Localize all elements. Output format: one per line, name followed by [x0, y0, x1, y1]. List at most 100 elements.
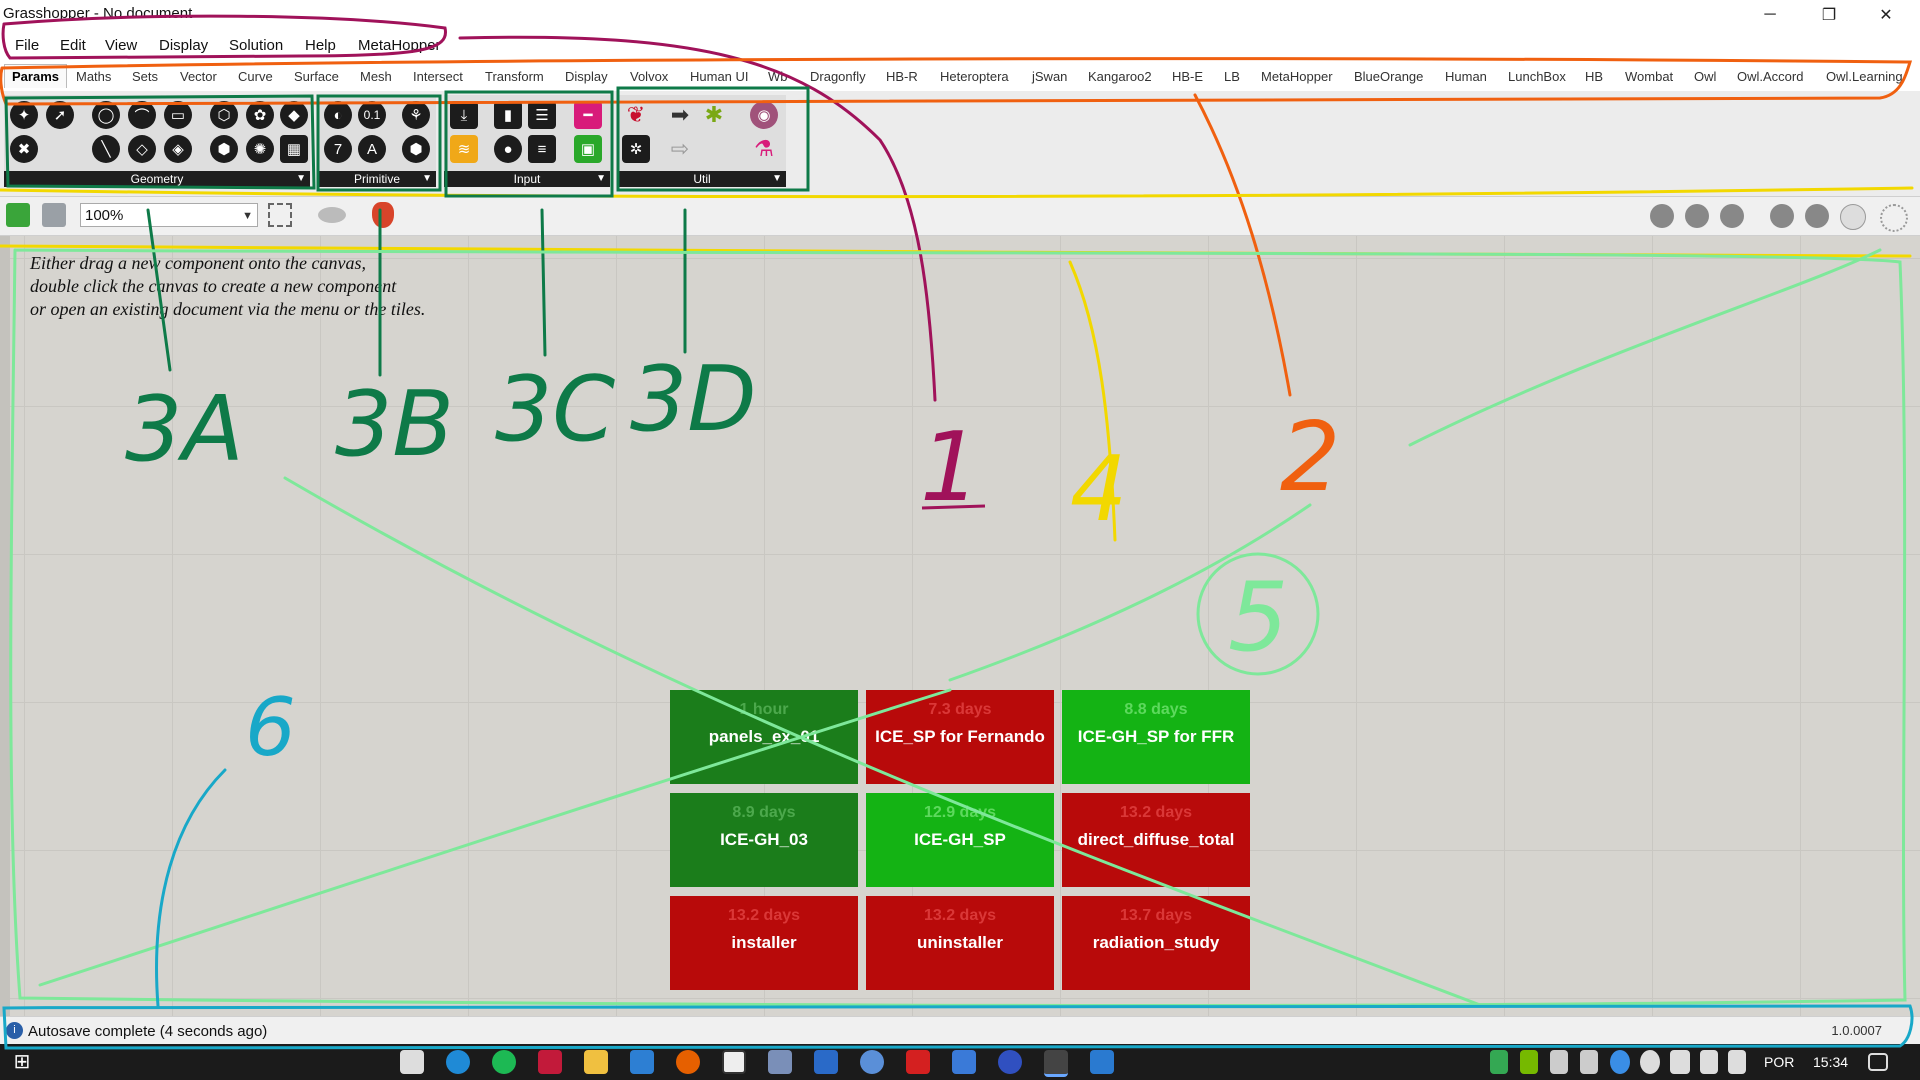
cloud-icon[interactable] [1640, 1050, 1660, 1074]
tab-jswan[interactable]: jSwan [1032, 69, 1067, 84]
panel-input-label[interactable]: Input ▼ [444, 171, 610, 187]
tab-params[interactable]: Params [4, 64, 67, 88]
tab-metahopper[interactable]: MetaHopper [1261, 69, 1333, 84]
minimize-button[interactable]: ─ [1742, 0, 1798, 29]
panel-expand-icon[interactable]: ▼ [772, 171, 782, 187]
arc-param-icon[interactable]: ◈ [164, 135, 192, 163]
file-path-icon[interactable]: ⤓ [450, 101, 478, 129]
tab-owl-learning[interactable]: Owl.Learning [1826, 69, 1903, 84]
tab-display[interactable]: Display [565, 69, 608, 84]
box-param-icon[interactable]: ⬡ [210, 101, 238, 129]
tab-volvox[interactable]: Volvox [630, 69, 668, 84]
tab-owl[interactable]: Owl [1694, 69, 1716, 84]
geometry-param-icon[interactable]: ▦ [280, 135, 308, 163]
tab-surface[interactable]: Surface [294, 69, 339, 84]
tab-human-ui[interactable]: Human UI [690, 69, 749, 84]
menu-help[interactable]: Help [305, 37, 336, 54]
recent-file-tile[interactable]: 12.9 days ICE-GH_SP [866, 793, 1054, 887]
close-button[interactable]: ✕ [1858, 0, 1914, 29]
relay-arrow-icon[interactable]: ➡ [666, 101, 694, 129]
brep-param-icon[interactable]: ✿ [246, 101, 274, 129]
teams-icon[interactable] [952, 1050, 976, 1074]
mesh-quality-mid-icon[interactable] [1805, 204, 1829, 228]
point-param-icon[interactable]: ✦ [10, 101, 38, 129]
windows-start-icon[interactable]: ⊞ [10, 1050, 34, 1074]
menu-solution[interactable]: Solution [229, 37, 283, 54]
data-output-arrow-icon[interactable]: ⇨ [666, 135, 694, 163]
tab-curve[interactable]: Curve [238, 69, 273, 84]
curve-param-icon[interactable]: ⌒ [128, 101, 156, 129]
tab-vector[interactable]: Vector [180, 69, 217, 84]
panel-expand-icon[interactable]: ▼ [422, 171, 432, 187]
grasshopper-app-icon[interactable] [1044, 1050, 1068, 1077]
recent-file-tile[interactable]: 8.9 days ICE-GH_03 [670, 793, 858, 887]
menu-display[interactable]: Display [159, 37, 208, 54]
tab-lunchbox[interactable]: LunchBox [1508, 69, 1566, 84]
tab-sets[interactable]: Sets [132, 69, 158, 84]
number-param-icon[interactable]: 0.1 [358, 101, 386, 129]
settings-app-icon[interactable] [768, 1050, 792, 1074]
field-param-icon[interactable]: ✺ [246, 135, 274, 163]
restore-button[interactable]: ❐ [1801, 0, 1857, 29]
slider-icon[interactable]: ━ [574, 101, 602, 129]
zoom-select[interactable]: 100% ▼ [80, 203, 258, 227]
path-param-icon[interactable]: ⚘ [402, 101, 430, 129]
volume-icon[interactable] [1728, 1050, 1746, 1074]
save-file-icon[interactable] [42, 203, 66, 227]
hops-icon[interactable]: ✱ [700, 101, 728, 129]
pycharm-icon[interactable] [722, 1050, 746, 1074]
vector-param-icon[interactable]: ➚ [46, 101, 74, 129]
acrobat-icon[interactable] [906, 1050, 930, 1074]
language-indicator[interactable]: POR [1764, 1054, 1794, 1070]
rectangle-param-icon[interactable]: ▭ [164, 101, 192, 129]
mesh-quality-low-icon[interactable] [1770, 204, 1794, 228]
menu-view[interactable]: View [105, 37, 137, 54]
google-drive-icon[interactable] [1490, 1050, 1508, 1074]
pen-sketch-icon[interactable] [372, 202, 394, 228]
preview-wireframe-icon[interactable] [1650, 204, 1674, 228]
recent-file-tile[interactable]: 13.2 days uninstaller [866, 896, 1054, 990]
clock[interactable]: 15:34 [1813, 1054, 1848, 1070]
preview-shaded-icon[interactable] [1685, 204, 1709, 228]
close-param-icon[interactable]: ✖ [10, 135, 38, 163]
edge-icon[interactable] [446, 1050, 470, 1074]
tab-wb[interactable]: Wb [768, 69, 788, 84]
cluster-icon[interactable]: ✲ [622, 135, 650, 163]
tab-kangaroo2[interactable]: Kangaroo2 [1088, 69, 1152, 84]
grasshopper-canvas[interactable]: Either drag a new component onto the can… [0, 236, 1920, 1016]
mendeley-icon[interactable] [538, 1050, 562, 1074]
surface-param-icon[interactable]: ◆ [280, 101, 308, 129]
button-icon[interactable]: ☰ [528, 101, 556, 129]
mesh-param-icon[interactable]: ⬢ [210, 135, 238, 163]
tab-lb[interactable]: LB [1224, 69, 1240, 84]
panel-geometry-label[interactable]: Geometry ▼ [4, 171, 310, 187]
text-param-icon[interactable]: A [358, 135, 386, 163]
store-icon[interactable] [400, 1050, 424, 1074]
panel-primitive-label[interactable]: Primitive ▼ [318, 171, 436, 187]
tab-dragonfly[interactable]: Dragonfly [810, 69, 866, 84]
boolean-param-icon[interactable]: ◐ [324, 101, 352, 129]
tab-intersect[interactable]: Intersect [413, 69, 463, 84]
cherry-icon[interactable]: ❦ [622, 101, 650, 129]
menu-edit[interactable]: Edit [60, 37, 86, 54]
rhino-icon[interactable] [1090, 1050, 1114, 1074]
onedrive-icon[interactable] [1610, 1050, 1630, 1074]
toggle-icon[interactable]: ▮ [494, 101, 522, 129]
tab-owl-accord[interactable]: Owl.Accord [1737, 69, 1803, 84]
line-param-icon[interactable]: ╲ [92, 135, 120, 163]
recent-file-tile[interactable]: 13.2 days direct_diffuse_total [1062, 793, 1250, 887]
preview-eye-icon[interactable] [318, 207, 346, 223]
open-file-icon[interactable] [6, 203, 30, 227]
control-knob-icon[interactable]: ● [494, 135, 522, 163]
colour-swatch-icon[interactable]: ▣ [574, 135, 602, 163]
zoom-extents-icon[interactable] [268, 203, 292, 227]
r-console-icon[interactable] [860, 1050, 884, 1074]
tab-human[interactable]: Human [1445, 69, 1487, 84]
recent-file-tile[interactable]: 1 hour panels_ex_01 [670, 690, 858, 784]
preview-selected-icon[interactable] [1720, 204, 1744, 228]
rstudio-icon[interactable] [814, 1050, 838, 1074]
integer-param-icon[interactable]: 7 [324, 135, 352, 163]
eclipse-icon[interactable] [998, 1050, 1022, 1074]
vscode-icon[interactable] [630, 1050, 654, 1074]
value-list-icon[interactable]: ≡ [528, 135, 556, 163]
